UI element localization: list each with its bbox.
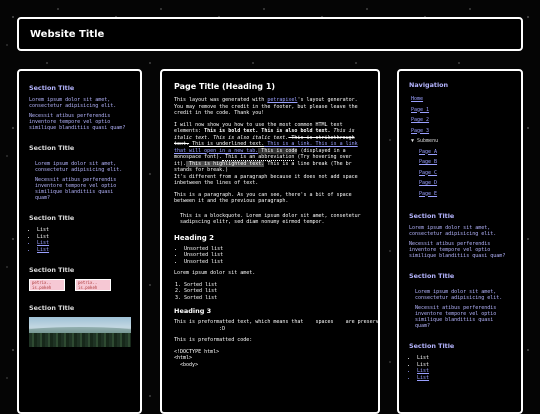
main-content: Page Title (Heading 1) This layout was g… (160, 69, 380, 414)
underlined-text: This is underlined text. (189, 141, 265, 147)
right-section-3: Section Title List List List List (409, 342, 511, 381)
heading-3: Heading 3 (174, 307, 212, 315)
button-88x31[interactable]: petrix.. is.pokeh (29, 279, 65, 291)
section-list: List List List List (29, 227, 130, 253)
nav-link-home[interactable]: Home (409, 94, 511, 105)
section-text: Lorem ipsum dolor sit amet, consectetur … (29, 97, 117, 109)
section-title: Section Title (29, 304, 75, 312)
section-title: Section Title (409, 342, 455, 350)
navigation-menu: Home Page 1 Page 2 Page 3 ▼ Submenu Page… (409, 94, 511, 199)
site-title: Website Title (30, 29, 105, 40)
navigation-title: Navigation (409, 81, 449, 89)
code-text: This is code (258, 147, 298, 154)
section-text: Necessit atibus perferendis inventore te… (35, 177, 117, 201)
section-title: Section Title (29, 144, 75, 152)
landscape-image (29, 317, 131, 347)
nav-link-page-e[interactable]: Page E (409, 189, 511, 200)
bold-text: This is also bold text. (258, 128, 331, 134)
nav-link-page-3[interactable]: Page 3 (409, 126, 511, 137)
left-section-3: Section Title List List List List (29, 214, 130, 253)
section-text: Necessit atibus perferendis inventore te… (409, 241, 506, 259)
section-title: Section Title (29, 84, 75, 92)
unsorted-list: Unsorted list Unsorted list Unsorted lis… (174, 246, 366, 266)
credit-link[interactable]: petrapixel (267, 97, 297, 103)
left-sidebar: Section Title Lorem ipsum dolor sit amet… (17, 69, 142, 414)
intro-paragraph: This layout was generated with petrapixe… (174, 97, 358, 116)
list-item-link[interactable]: List (37, 247, 130, 254)
navigation-section: Navigation Home Page 1 Page 2 Page 3 ▼ S… (409, 81, 511, 199)
left-section-4: Section Title petrix.. is.pokeh petrix..… (29, 266, 130, 291)
section-title: Section Title (409, 272, 455, 280)
text-link[interactable]: This is a link. (264, 141, 312, 147)
section-list: List List List List (409, 355, 511, 381)
list-item: Unsorted list (184, 259, 366, 266)
page-title: Page Title (Heading 1) (174, 82, 276, 91)
italic-text: This is also italic text. (210, 134, 289, 141)
section-title: Section Title (29, 266, 75, 274)
submenu-toggle[interactable]: ▼ Submenu (409, 136, 511, 147)
highlighted-text: This is highlighted text. (186, 160, 265, 167)
left-section-1: Section Title Lorem ipsum dolor sit amet… (29, 84, 130, 131)
paragraph: This is a paragraph. As you can see, the… (174, 191, 352, 205)
list-item: Sorted list (184, 295, 366, 302)
list-item-link[interactable]: List (417, 375, 511, 382)
nav-link-page-d[interactable]: Page D (409, 178, 511, 189)
preformatted-text: This is preformatted text, which means t… (174, 319, 379, 332)
site-header: Website Title (17, 17, 523, 51)
section-text: Lorem ipsum dolor sit amet, consectetur … (415, 289, 503, 301)
section-text: Necessit atibus perferendis inventore te… (29, 113, 126, 131)
sorted-list: Sorted list Sorted list Sorted list (174, 282, 366, 302)
section-title: Section Title (29, 214, 75, 222)
right-section-2: Section Title Lorem ipsum dolor sit amet… (409, 272, 511, 329)
right-sidebar: Navigation Home Page 1 Page 2 Page 3 ▼ S… (397, 69, 523, 414)
paragraph: This is preformatted code: (174, 337, 253, 343)
left-section-2: Section Title Lorem ipsum dolor sit amet… (29, 144, 130, 201)
left-section-5: Section Title (29, 304, 131, 347)
section-text: Lorem ipsum dolor sit amet, consectetur … (409, 225, 497, 237)
heading-2: Heading 2 (174, 233, 215, 242)
nav-link-page-c[interactable]: Page C (409, 168, 511, 179)
right-section-1: Section Title Lorem ipsum dolor sit amet… (409, 212, 511, 259)
section-text: Lorem ipsum dolor sit amet, consectetur … (35, 161, 123, 173)
nav-link-page-a[interactable]: Page A (409, 147, 511, 158)
nav-link-page-2[interactable]: Page 2 (409, 115, 511, 126)
section-title: Section Title (409, 212, 455, 220)
preformatted-code: <!DOCTYPE html> <html> <body> (174, 348, 220, 368)
blockquote: This is a blockquote. Lorem ipsum dolor … (180, 212, 361, 226)
paragraph: Lorem ipsum dolor sit amet. (174, 270, 256, 276)
nav-link-page-b[interactable]: Page B (409, 157, 511, 168)
section-text: Necessit atibus perferendis inventore te… (415, 305, 497, 329)
button-88x31[interactable]: petrix.. is.pokeh (75, 279, 111, 291)
elements-paragraph: I will now show you how to use the most … (174, 121, 358, 187)
bold-text: This is bold text. (204, 128, 259, 134)
nav-link-page-1[interactable]: Page 1 (409, 105, 511, 116)
